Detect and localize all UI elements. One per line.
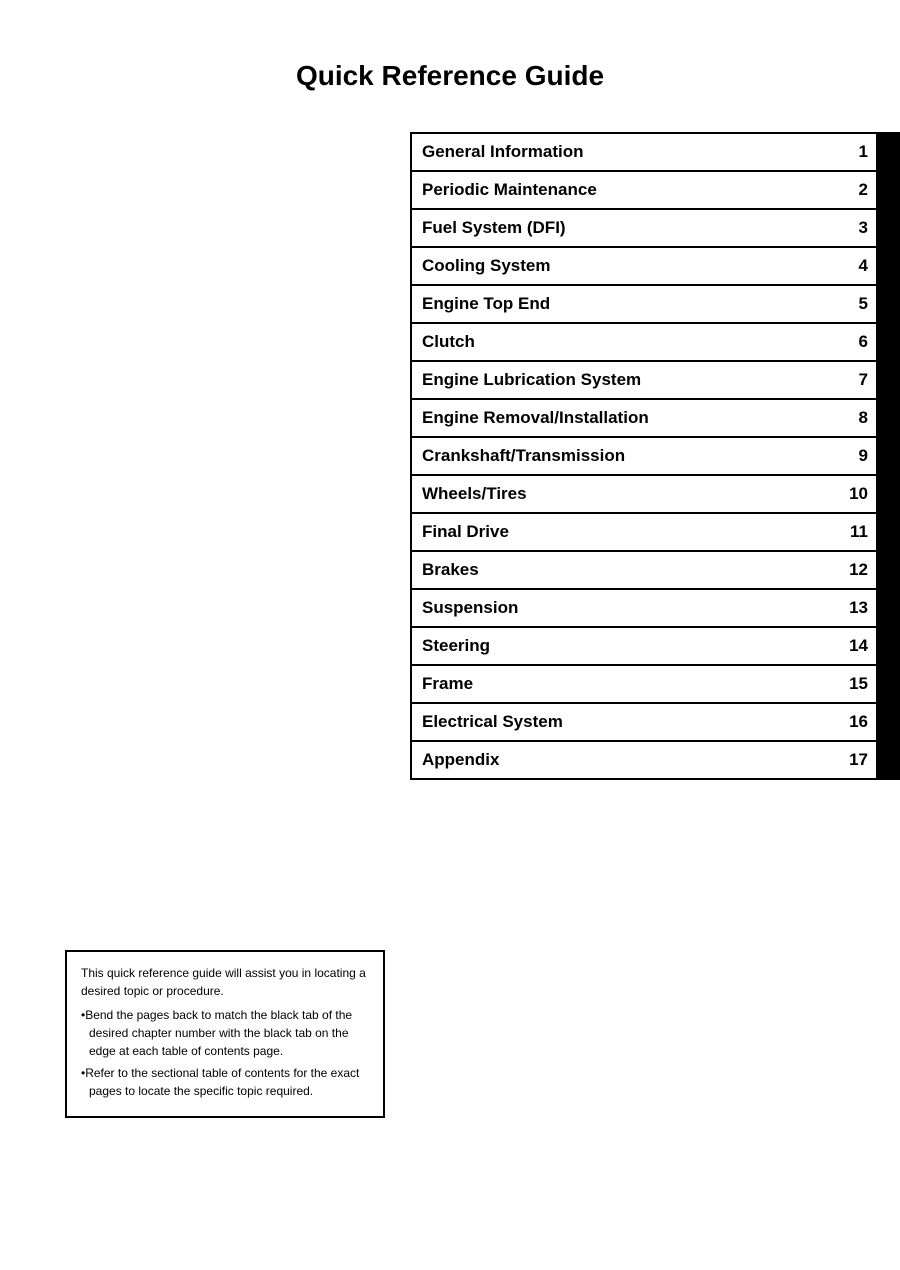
toc-item-number: 14 [836, 628, 876, 664]
toc-item-tab [876, 400, 898, 436]
toc-item-number: 17 [836, 742, 876, 778]
toc-item-tab [876, 286, 898, 322]
toc-item-tab [876, 590, 898, 626]
toc-item-label: General Information [412, 134, 836, 170]
toc-item-number: 16 [836, 704, 876, 740]
toc-item-tab [876, 552, 898, 588]
toc-item-tab [876, 134, 898, 170]
toc-item-label: Appendix [412, 742, 836, 778]
toc-item-label: Steering [412, 628, 836, 664]
toc-item-tab [876, 210, 898, 246]
toc-item-label: Engine Top End [412, 286, 836, 322]
toc-item-label: Periodic Maintenance [412, 172, 836, 208]
toc-row: Cooling System4 [410, 246, 900, 286]
note-box: This quick reference guide will assist y… [65, 950, 385, 1118]
toc-item-tab [876, 438, 898, 474]
toc-row: Engine Top End5 [410, 284, 900, 324]
note-intro: This quick reference guide will assist y… [81, 964, 369, 1000]
toc-row: Suspension13 [410, 588, 900, 628]
toc-item-label: Brakes [412, 552, 836, 588]
toc-item-tab [876, 172, 898, 208]
toc-item-label: Suspension [412, 590, 836, 626]
toc-item-tab [876, 628, 898, 664]
toc-row: Engine Lubrication System7 [410, 360, 900, 400]
toc-item-number: 5 [836, 286, 876, 322]
toc-item-tab [876, 742, 898, 778]
page-title: Quick Reference Guide [0, 0, 900, 132]
toc-item-label: Electrical System [412, 704, 836, 740]
toc-item-label: Crankshaft/Transmission [412, 438, 836, 474]
toc-item-number: 8 [836, 400, 876, 436]
toc-item-label: Clutch [412, 324, 836, 360]
toc-row: Steering14 [410, 626, 900, 666]
toc-row: Appendix17 [410, 740, 900, 780]
toc-row: Wheels/Tires10 [410, 474, 900, 514]
toc-item-label: Final Drive [412, 514, 836, 550]
toc-row: Final Drive11 [410, 512, 900, 552]
toc-item-tab [876, 514, 898, 550]
toc-item-label: Cooling System [412, 248, 836, 284]
toc-row: Fuel System (DFI)3 [410, 208, 900, 248]
toc-item-tab [876, 324, 898, 360]
toc-item-number: 1 [836, 134, 876, 170]
toc-row: Periodic Maintenance2 [410, 170, 900, 210]
toc-item-label: Engine Lubrication System [412, 362, 836, 398]
toc-row: Brakes12 [410, 550, 900, 590]
toc-item-number: 12 [836, 552, 876, 588]
toc-item-number: 6 [836, 324, 876, 360]
toc-table: General Information1Periodic Maintenance… [410, 132, 900, 778]
toc-item-tab [876, 248, 898, 284]
toc-item-tab [876, 666, 898, 702]
toc-item-tab [876, 704, 898, 740]
toc-item-number: 9 [836, 438, 876, 474]
toc-item-label: Wheels/Tires [412, 476, 836, 512]
toc-item-label: Engine Removal/Installation [412, 400, 836, 436]
toc-row: General Information1 [410, 132, 900, 172]
toc-item-tab [876, 476, 898, 512]
toc-item-number: 3 [836, 210, 876, 246]
toc-item-number: 15 [836, 666, 876, 702]
toc-item-number: 11 [836, 514, 876, 550]
toc-item-tab [876, 362, 898, 398]
toc-item-number: 4 [836, 248, 876, 284]
toc-row: Engine Removal/Installation8 [410, 398, 900, 438]
toc-item-number: 7 [836, 362, 876, 398]
toc-row: Frame15 [410, 664, 900, 704]
toc-item-label: Frame [412, 666, 836, 702]
toc-item-number: 2 [836, 172, 876, 208]
toc-row: Electrical System16 [410, 702, 900, 742]
toc-row: Clutch6 [410, 322, 900, 362]
toc-item-number: 13 [836, 590, 876, 626]
note-bullet2: •Refer to the sectional table of content… [81, 1064, 369, 1100]
toc-row: Crankshaft/Transmission9 [410, 436, 900, 476]
toc-container: General Information1Periodic Maintenance… [400, 132, 900, 778]
note-bullet1: •Bend the pages back to match the black … [81, 1006, 369, 1060]
toc-item-number: 10 [836, 476, 876, 512]
toc-item-label: Fuel System (DFI) [412, 210, 836, 246]
